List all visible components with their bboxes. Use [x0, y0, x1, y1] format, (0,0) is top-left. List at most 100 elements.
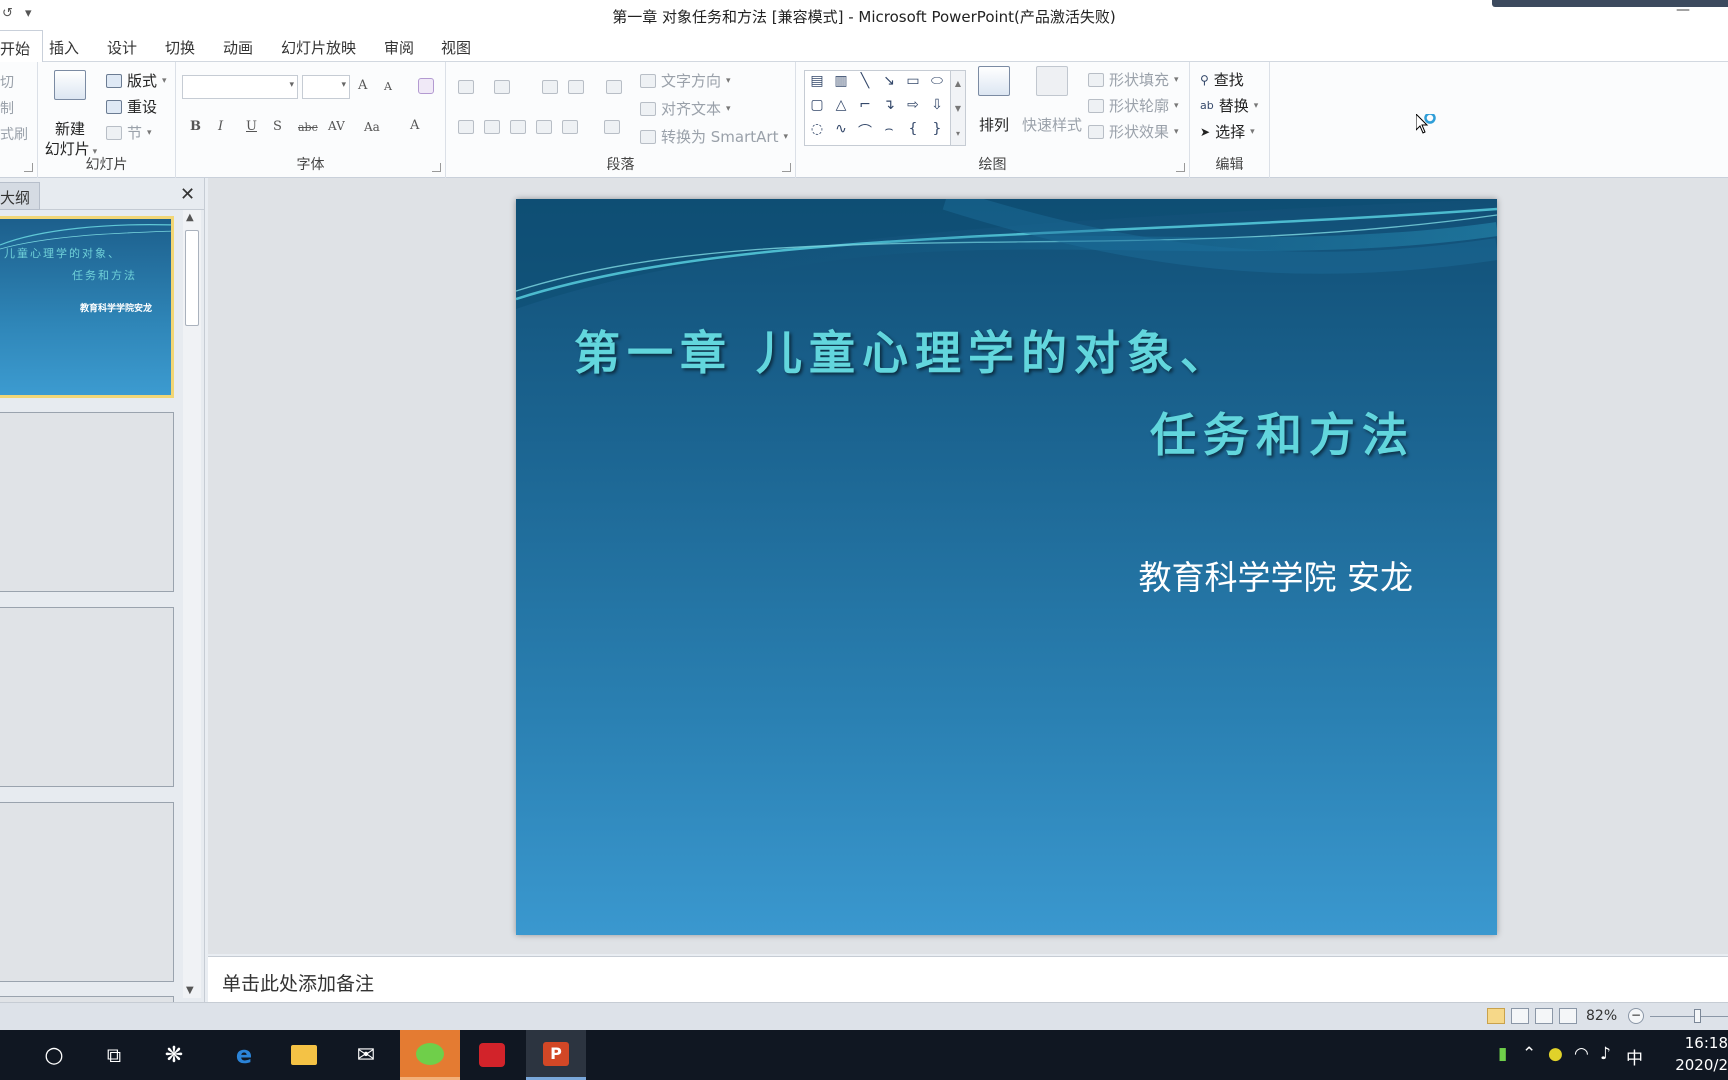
- shapes-gallery-scroll[interactable]: ▲ ▼ ▾: [950, 70, 966, 146]
- change-case-button[interactable]: Aa: [364, 120, 380, 134]
- freeform-shape-icon[interactable]: ◌: [807, 121, 827, 137]
- edge-icon[interactable]: e: [214, 1030, 274, 1080]
- shapes-gallery[interactable]: ▤ ▥ ╲ ↘ ▭ ⬭ ▢ △ ⌐ ↴ ⇨ ⇩ ◌ ∿ ⌒ ⌢ { }: [804, 70, 952, 146]
- font-name-combo[interactable]: [182, 75, 298, 99]
- slide-title-line-1[interactable]: 第一章 儿童心理学的对象、: [574, 317, 1233, 383]
- curve-shape-icon[interactable]: ⌢: [879, 121, 899, 137]
- text-direction-button[interactable]: 文字方向 ▾: [640, 70, 731, 91]
- italic-button[interactable]: I: [218, 119, 223, 134]
- section-button[interactable]: 节 ▾: [106, 122, 152, 143]
- reset-button[interactable]: 重设: [106, 96, 157, 117]
- slideshow-view-button[interactable]: [1559, 1008, 1577, 1024]
- normal-view-button[interactable]: [1487, 1008, 1505, 1024]
- slide-thumbnail-4[interactable]: [0, 802, 174, 982]
- scroll-thumb[interactable]: [185, 230, 199, 326]
- font-size-combo[interactable]: [302, 75, 350, 99]
- tab-insert[interactable]: 插入: [49, 37, 79, 58]
- tab-home[interactable]: 开始: [0, 30, 44, 63]
- new-slide-button[interactable]: 新建 幻灯片 ▾: [42, 70, 98, 158]
- align-left-icon[interactable]: [458, 120, 474, 134]
- current-slide[interactable]: 第一章 儿童心理学的对象、 任务和方法 教育科学学院 安龙: [516, 199, 1497, 935]
- slide-sorter-view-button[interactable]: [1511, 1008, 1529, 1024]
- shrink-font-button[interactable]: A: [384, 80, 392, 93]
- line-shape-icon[interactable]: ╲: [855, 73, 875, 89]
- tab-outline[interactable]: 大纲: [0, 182, 40, 210]
- ime-indicator[interactable]: 中: [1626, 1044, 1643, 1069]
- slide-thumbnail-2[interactable]: [0, 412, 174, 592]
- slide-thumbnail-3[interactable]: [0, 607, 174, 787]
- align-text-button[interactable]: 对齐文本 ▾: [640, 98, 731, 119]
- rectangle-shape-icon[interactable]: ▭: [903, 73, 923, 89]
- tab-animations[interactable]: 动画: [223, 37, 253, 58]
- close-panel-icon[interactable]: ✕: [180, 184, 195, 205]
- arrange-button[interactable]: 排列: [974, 66, 1014, 150]
- slides-scrollbar[interactable]: ▲ ▼: [183, 210, 201, 998]
- shape-effects-button[interactable]: 形状效果 ▾: [1088, 121, 1179, 142]
- elbow-arrow-shape-icon[interactable]: ↴: [879, 97, 899, 113]
- powerpoint-icon[interactable]: P: [526, 1030, 586, 1080]
- scroll-down-icon[interactable]: ▼: [186, 985, 194, 996]
- line-spacing-icon[interactable]: [606, 80, 622, 94]
- align-center-icon[interactable]: [484, 120, 500, 134]
- show-hidden-icons-icon[interactable]: ⌃: [1522, 1044, 1536, 1064]
- replace-button[interactable]: ab 替换 ▾: [1200, 95, 1258, 116]
- mail-icon[interactable]: ✉: [336, 1030, 396, 1080]
- scroll-up-icon[interactable]: ▲: [186, 212, 194, 223]
- tab-view[interactable]: 视图: [441, 37, 471, 58]
- clear-format-icon[interactable]: [418, 78, 434, 94]
- scribble-shape-icon[interactable]: ∿: [831, 121, 851, 137]
- file-explorer-icon[interactable]: [274, 1030, 334, 1080]
- minimize-button[interactable]: —: [1676, 2, 1690, 18]
- triangle-shape-icon[interactable]: △: [831, 97, 851, 113]
- oval-shape-icon[interactable]: ⬭: [927, 73, 947, 89]
- format-painter-button[interactable]: 式刷: [0, 124, 28, 144]
- strikethrough-button[interactable]: abc: [298, 121, 318, 134]
- find-button[interactable]: ⚲ 查找: [1200, 69, 1244, 90]
- paragraph-launcher[interactable]: [782, 163, 791, 172]
- char-spacing-button[interactable]: AV: [328, 119, 345, 133]
- columns-icon[interactable]: [604, 120, 620, 134]
- slide-subtitle[interactable]: 教育科学学院 安龙: [1139, 551, 1414, 599]
- notes-pane[interactable]: 单击此处添加备注: [208, 956, 1728, 1002]
- arc-shape-icon[interactable]: ⌒: [855, 121, 875, 141]
- bullets-icon[interactable]: [458, 80, 474, 94]
- clock-time[interactable]: 16:18: [1685, 1034, 1728, 1052]
- volume-icon[interactable]: ♪: [1600, 1044, 1611, 1064]
- justify-icon[interactable]: [536, 120, 552, 134]
- layout-button[interactable]: 版式 ▾: [106, 70, 167, 91]
- zoom-out-button[interactable]: −: [1628, 1008, 1644, 1024]
- increase-indent-icon[interactable]: [568, 80, 584, 94]
- slide-title-line-2[interactable]: 任务和方法: [1150, 399, 1415, 465]
- search-icon[interactable]: ○: [24, 1030, 84, 1080]
- cut-button[interactable]: 切: [0, 72, 14, 92]
- notes-placeholder[interactable]: 单击此处添加备注: [222, 969, 374, 996]
- zoom-slider-knob[interactable]: [1694, 1009, 1701, 1023]
- tab-slideshow[interactable]: 幻灯片放映: [281, 37, 356, 58]
- font-launcher[interactable]: [432, 163, 441, 172]
- shadow-button[interactable]: S: [273, 119, 282, 134]
- select-button[interactable]: ➤ 选择 ▾: [1200, 121, 1255, 142]
- slide-thumbnail-1[interactable]: 儿童心理学的对象、 任务和方法 教育科学学院安龙: [0, 216, 174, 398]
- battery-icon[interactable]: ▮: [1498, 1044, 1507, 1064]
- distribute-icon[interactable]: [562, 120, 578, 134]
- arrow-line-shape-icon[interactable]: ↘: [879, 73, 899, 89]
- drawing-launcher[interactable]: [1176, 163, 1185, 172]
- tab-review[interactable]: 审阅: [384, 37, 414, 58]
- right-brace-shape-icon[interactable]: }: [927, 121, 947, 137]
- convert-smartart-button[interactable]: 转换为 SmartArt ▾: [640, 126, 788, 147]
- reading-view-button[interactable]: [1535, 1008, 1553, 1024]
- bold-button[interactable]: B: [190, 119, 201, 134]
- decrease-indent-icon[interactable]: [542, 80, 558, 94]
- align-right-icon[interactable]: [510, 120, 526, 134]
- numbering-icon[interactable]: [494, 80, 510, 94]
- app-tray-icon[interactable]: ●: [1548, 1044, 1563, 1064]
- tab-transitions[interactable]: 切换: [165, 37, 195, 58]
- elbow-connector-shape-icon[interactable]: ⌐: [855, 97, 875, 113]
- shape-fill-button[interactable]: 形状填充 ▾: [1088, 69, 1179, 90]
- app-red-icon[interactable]: [462, 1030, 522, 1080]
- copy-button[interactable]: 制: [0, 98, 14, 118]
- down-arrow-shape-icon[interactable]: ⇩: [927, 97, 947, 113]
- font-color-button[interactable]: A: [410, 118, 419, 133]
- quick-styles-button[interactable]: 快速样式: [1018, 66, 1086, 150]
- vertical-textbox-shape-icon[interactable]: ▥: [831, 73, 851, 89]
